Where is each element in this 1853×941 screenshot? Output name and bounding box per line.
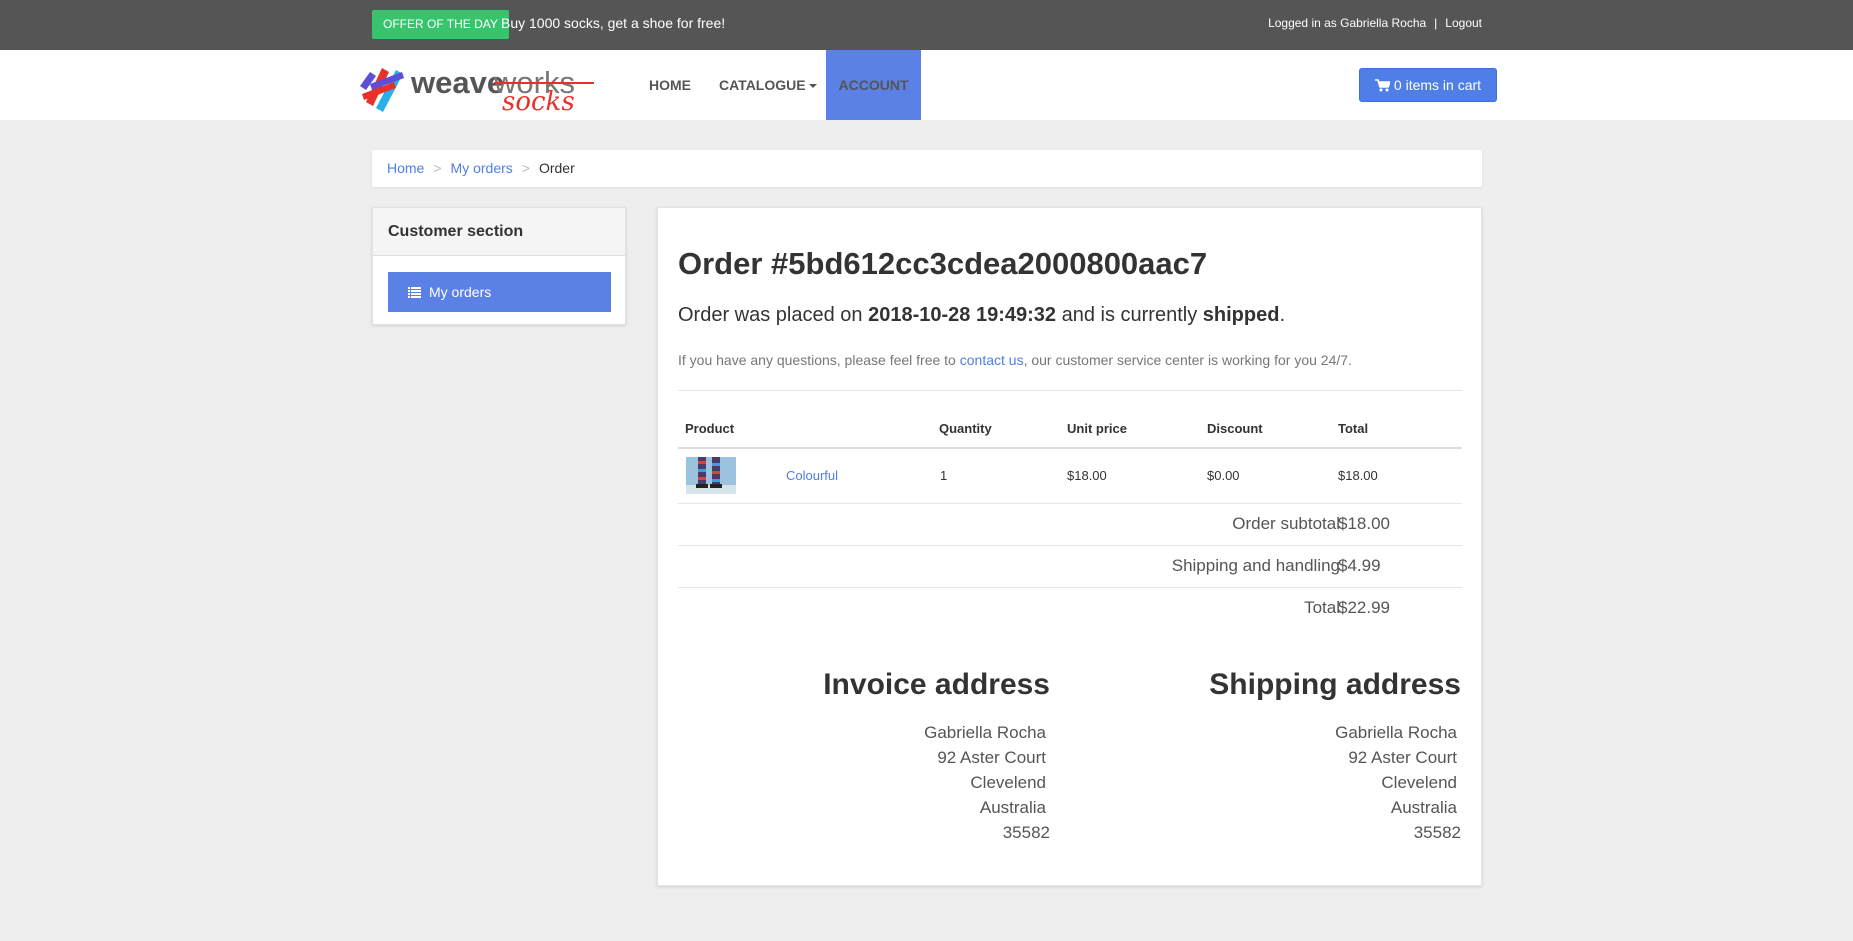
invoice-address-title: Invoice address [823, 668, 1050, 701]
shipping-street: 92 Aster Court [1348, 748, 1457, 767]
breadcrumb-current: Order [538, 160, 575, 176]
product-link[interactable]: Colourful [786, 468, 838, 483]
cart-label: 0 items in cart [1393, 77, 1482, 93]
column-header-discount: Discount [1207, 421, 1263, 436]
breadcrumb-separator: > [433, 160, 442, 176]
navbar: weave works socks HOME CATALOGUE ACCOUNT… [0, 50, 1853, 120]
login-separator: | [1434, 16, 1438, 30]
shipping-handling-value: $4.99 [1338, 556, 1381, 575]
status-suffix: . [1279, 304, 1285, 326]
caret-down-icon [808, 84, 817, 89]
product-image [686, 457, 736, 494]
order-date: 2018-10-28 19:49:32 [868, 304, 1057, 326]
row-divider [678, 587, 1462, 588]
order-title: Order #5bd612cc3cdea2000800aac7 [678, 246, 1208, 281]
nav-account[interactable]: ACCOUNT [826, 50, 921, 120]
top-bar: OFFER OF THE DAY Buy 1000 socks, get a s… [0, 0, 1853, 50]
offer-badge[interactable]: OFFER OF THE DAY [372, 10, 509, 39]
login-area: Logged in as Gabriella Rocha | Logout [1268, 16, 1482, 30]
contact-us-link[interactable]: contact us [960, 352, 1024, 368]
my-orders-button[interactable]: My orders [388, 272, 611, 312]
breadcrumb-my-orders[interactable]: My orders [451, 160, 513, 176]
cart-button[interactable]: 0 items in cart [1359, 68, 1497, 102]
shipping-country: Australia [1390, 798, 1457, 817]
shipping-handling-label: Shipping and handling [1171, 556, 1340, 575]
logo-graphic: weave works socks [360, 65, 594, 117]
order-subtotal-label: Order subtotal [1232, 514, 1340, 533]
invoice-city: Clevelend [970, 773, 1046, 792]
column-header-quantity: Quantity [939, 421, 992, 436]
shopping-cart-icon [1374, 79, 1392, 92]
status-mid: and is currently [1056, 304, 1203, 326]
help-text: If you have any questions, please feel f… [678, 352, 1352, 368]
invoice-country: Australia [979, 798, 1046, 817]
shipping-postcode: 35582 [1413, 823, 1461, 842]
list-icon [408, 287, 421, 298]
logout-link[interactable]: Logout [1445, 16, 1482, 30]
help-suffix: , our customer service center is working… [1023, 352, 1352, 368]
invoice-postcode: 35582 [1002, 823, 1050, 842]
customer-section-panel: Customer section My orders [372, 207, 626, 325]
customer-section-title: Customer section [373, 208, 625, 256]
product-thumbnail[interactable] [686, 457, 736, 494]
breadcrumb-home[interactable]: Home [387, 160, 424, 176]
breadcrumb-separator: > [521, 160, 530, 176]
table-row-total: $18.00 [1338, 468, 1378, 483]
order-status-line: Order was placed on 2018-10-28 19:49:32 … [678, 304, 1285, 327]
order-subtotal-value: $18.00 [1338, 514, 1390, 533]
column-header-product: Product [685, 421, 735, 436]
nav-catalogue-label: CATALOGUE [719, 77, 806, 93]
divider [678, 390, 1462, 391]
table-row-discount: $0.00 [1207, 468, 1240, 483]
table-row-unit-price: $18.00 [1067, 468, 1107, 483]
weaveworks-socks-logo[interactable]: weave works socks [356, 58, 596, 117]
shipping-city: Clevelend [1381, 773, 1457, 792]
shipping-name: Gabriella Rocha [1335, 723, 1457, 742]
offer-text: Buy 1000 socks, get a shoe for free! [501, 15, 726, 31]
column-header-total: Total [1338, 421, 1369, 436]
status-prefix: Order was placed on [678, 304, 869, 326]
order-status: shipped [1202, 304, 1280, 326]
table-row-product: Colourful [786, 468, 838, 483]
table-row-quantity: 1 [940, 468, 948, 483]
my-orders-label: My orders [429, 284, 492, 300]
help-prefix: If you have any questions, please feel f… [678, 352, 960, 368]
breadcrumb: Home > My orders > Order [372, 150, 1482, 187]
invoice-name: Gabriella Rocha [924, 723, 1046, 742]
invoice-street: 92 Aster Court [937, 748, 1046, 767]
logged-in-text: Logged in as Gabriella Rocha [1268, 16, 1427, 30]
order-total-value: $22.99 [1338, 598, 1390, 617]
order-detail-panel: Order #5bd612cc3cdea2000800aac7 Order wa… [657, 207, 1482, 886]
logo-text-socks: socks [502, 87, 575, 112]
row-divider [678, 545, 1462, 546]
logo-text-weave: weave [410, 65, 504, 100]
order-total-label: Total [1304, 598, 1340, 617]
row-divider [678, 503, 1462, 504]
table-header-divider [678, 447, 1462, 449]
nav-home[interactable]: HOME [649, 50, 691, 120]
column-header-unit-price: Unit price [1067, 421, 1127, 436]
nav-catalogue[interactable]: CATALOGUE [719, 50, 817, 120]
shipping-address-title: Shipping address [1209, 668, 1461, 701]
